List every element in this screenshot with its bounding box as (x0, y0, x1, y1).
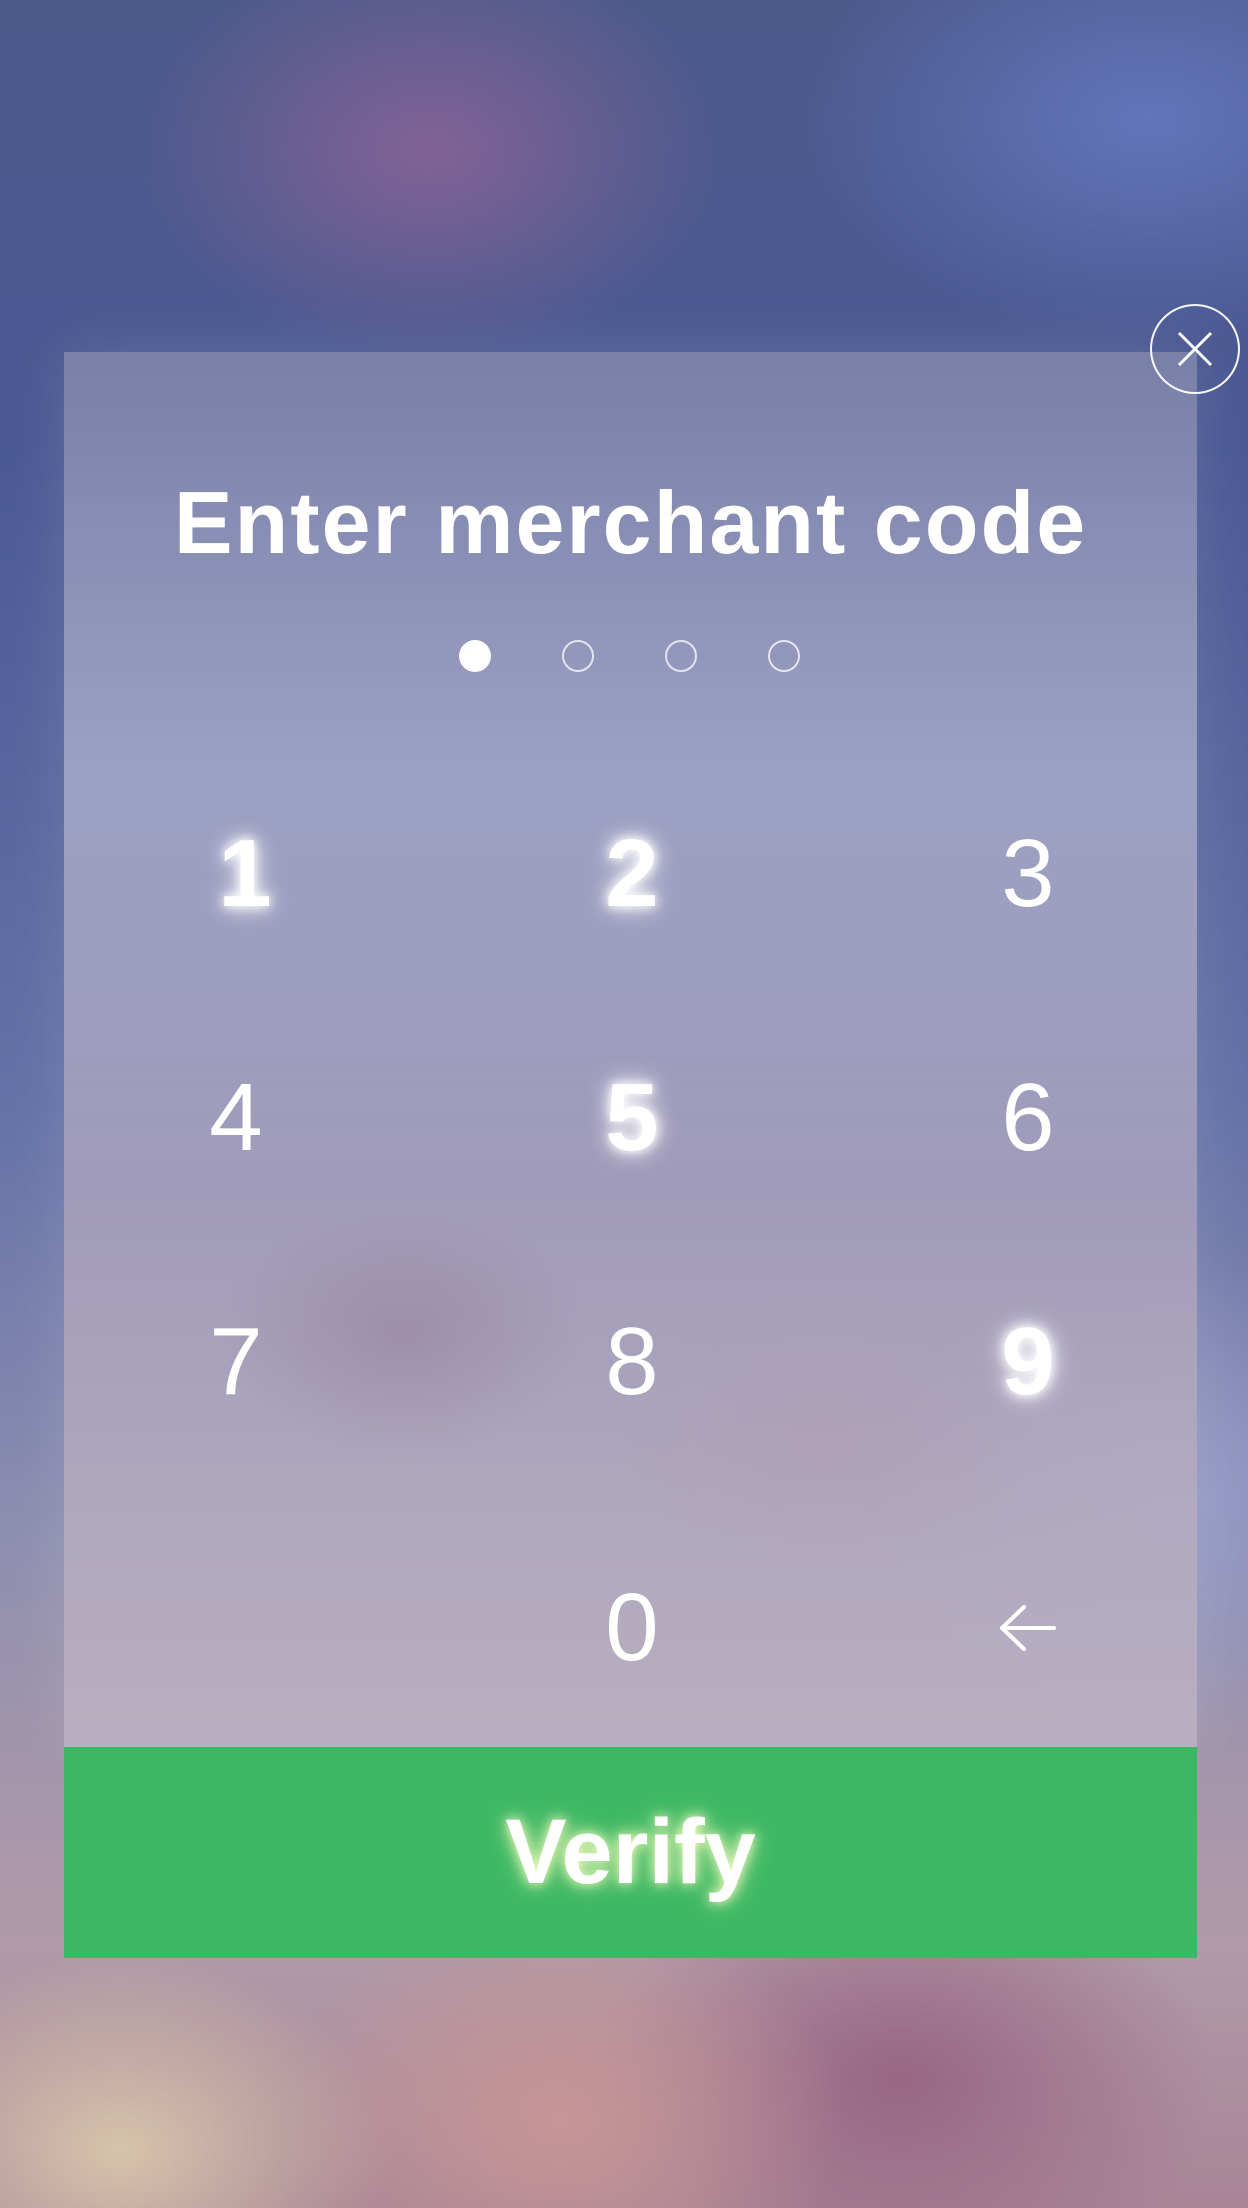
keypad-key-1[interactable]: 1 (135, 774, 355, 974)
keypad-key-6[interactable]: 6 (918, 1018, 1138, 1218)
backspace-arrow-icon (1000, 1605, 1056, 1651)
keypad-key-8[interactable]: 8 (522, 1262, 742, 1462)
dialog-title: Enter merchant code (173, 473, 1088, 572)
close-x-icon (1177, 331, 1213, 367)
code-dot-2 (562, 640, 594, 672)
code-dot-1 (459, 640, 491, 672)
keypad-key-5[interactable]: 5 (522, 1018, 742, 1218)
keypad-key-2[interactable]: 2 (522, 774, 742, 974)
keypad-key-0[interactable]: 0 (522, 1528, 742, 1728)
verify-button[interactable]: Verify (64, 1747, 1197, 1958)
keypad-key-9[interactable]: 9 (918, 1262, 1138, 1462)
keypad-key-7[interactable]: 7 (126, 1262, 346, 1462)
code-dot-4 (768, 640, 800, 672)
keypad-key-4[interactable]: 4 (126, 1018, 346, 1218)
code-progress-dots (459, 640, 805, 674)
code-dot-3 (665, 640, 697, 672)
backspace-button[interactable] (918, 1528, 1138, 1728)
keypad-key-3[interactable]: 3 (918, 774, 1138, 974)
close-button[interactable] (1150, 304, 1240, 394)
